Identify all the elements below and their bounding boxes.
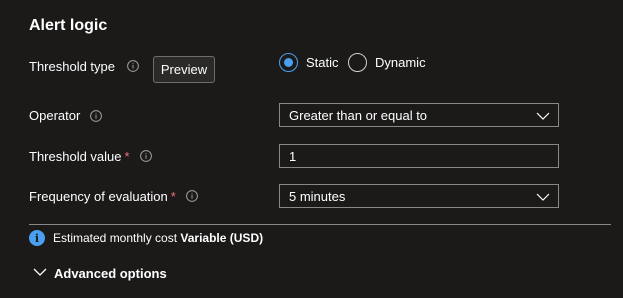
- required-indicator: *: [124, 149, 130, 164]
- info-filled-icon: i: [29, 230, 45, 246]
- preview-button[interactable]: Preview: [153, 56, 215, 83]
- frequency-dropdown[interactable]: 5 minutes: [279, 184, 559, 208]
- section-title: Alert logic: [29, 17, 108, 34]
- estimated-cost-prefix: Estimated monthly cost: [53, 231, 178, 245]
- advanced-options-toggle[interactable]: Advanced options: [33, 265, 167, 282]
- dynamic-radio-label[interactable]: Dynamic: [375, 55, 426, 70]
- advanced-options-label: Advanced options: [54, 266, 167, 281]
- info-icon[interactable]: [90, 110, 102, 122]
- operator-dropdown[interactable]: Greater than or equal to: [279, 103, 559, 127]
- divider: [29, 224, 611, 225]
- operator-label: Operator: [29, 108, 81, 123]
- chevron-down-icon: [536, 109, 550, 123]
- dynamic-radio[interactable]: [348, 53, 367, 72]
- required-indicator: *: [170, 189, 176, 204]
- frequency-dropdown-value: 5 minutes: [289, 188, 346, 204]
- threshold-value-label-text: Threshold value: [29, 149, 122, 164]
- chevron-down-icon: [33, 265, 47, 282]
- estimated-cost-value: Variable (USD): [180, 231, 264, 245]
- chevron-down-icon: [536, 190, 550, 204]
- frequency-label: Frequency of evaluation *: [29, 189, 176, 204]
- info-icon[interactable]: [140, 150, 152, 162]
- threshold-value-input[interactable]: 1: [279, 144, 559, 168]
- static-radio[interactable]: [279, 53, 298, 72]
- operator-dropdown-value: Greater than or equal to: [289, 107, 428, 123]
- frequency-label-text: Frequency of evaluation: [29, 189, 168, 204]
- threshold-value-label: Threshold value *: [29, 149, 130, 164]
- info-icon[interactable]: [186, 190, 198, 202]
- info-icon[interactable]: [127, 60, 139, 72]
- threshold-value-input-value: 1: [289, 148, 297, 164]
- static-radio-label[interactable]: Static: [306, 55, 339, 70]
- estimated-cost: Estimated monthly cost Variable (USD): [53, 231, 263, 245]
- threshold-type-label: Threshold type: [29, 59, 115, 74]
